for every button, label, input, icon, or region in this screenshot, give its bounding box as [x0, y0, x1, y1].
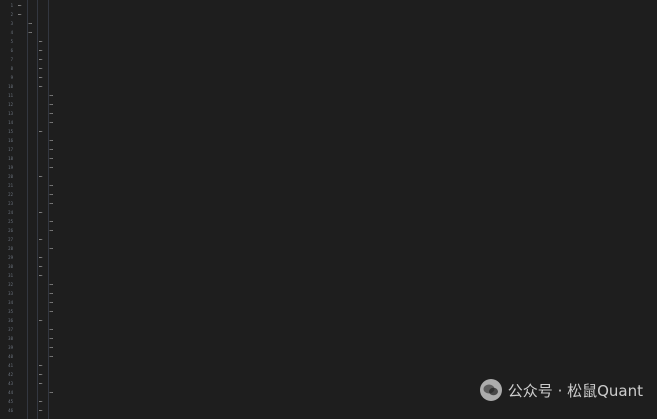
- code-line[interactable]: …: [14, 163, 657, 172]
- code-line[interactable]: …: [14, 127, 657, 136]
- code-line[interactable]: …: [14, 73, 657, 82]
- line-number: 26: [8, 228, 13, 233]
- line-number: 24: [8, 210, 13, 215]
- wechat-icon: [479, 379, 502, 401]
- line-number: 5: [10, 39, 13, 44]
- code-line[interactable]: …: [14, 406, 657, 415]
- code-line[interactable]: …: [14, 334, 657, 343]
- code-line[interactable]: …: [14, 181, 657, 190]
- watermark-text: 公众号 · 松鼠Quant: [507, 381, 643, 400]
- code-line[interactable]: …: [14, 118, 657, 127]
- code-line[interactable]: …: [14, 325, 657, 334]
- code-line[interactable]: …: [14, 10, 657, 19]
- line-number-gutter: 1 2 3 4 5 6 7 8 9 10 11 12 13 14 15 16 17 18 19 20 21 22 23 24 2…: [0, 0, 14, 419]
- code-line[interactable]: …: [14, 226, 657, 235]
- code-line[interactable]: …: [14, 199, 657, 208]
- line-number: 43: [8, 381, 13, 386]
- code-line[interactable]: …: [14, 298, 657, 307]
- line-number: 8: [10, 66, 13, 71]
- line-number: 13: [8, 111, 13, 116]
- code-line[interactable]: …: [14, 244, 657, 253]
- line-number: 39: [8, 345, 13, 350]
- code-line[interactable]: …: [14, 109, 657, 118]
- code-line[interactable]: …: [14, 82, 657, 91]
- line-number: 15: [8, 129, 13, 134]
- line-number: 41: [8, 363, 13, 368]
- code-line[interactable]: …: [14, 316, 657, 325]
- code-line[interactable]: …: [14, 37, 657, 46]
- code-line[interactable]: …: [14, 235, 657, 244]
- line-number: 45: [8, 399, 13, 404]
- code-line[interactable]: …: [14, 361, 657, 370]
- line-number: 36: [8, 318, 13, 323]
- code-line[interactable]: …: [14, 91, 657, 100]
- line-number: 30: [8, 264, 13, 269]
- code-line[interactable]: …: [14, 154, 657, 163]
- code-line[interactable]: …: [14, 307, 657, 316]
- line-number: 22: [8, 192, 13, 197]
- code-line[interactable]: …: [14, 46, 657, 55]
- code-line[interactable]: …: [14, 100, 657, 109]
- line-number: 14: [8, 120, 13, 125]
- line-number: 2: [10, 12, 13, 17]
- code-line[interactable]: …: [14, 19, 657, 28]
- code-line[interactable]: …: [14, 55, 657, 64]
- code-line[interactable]: …: [14, 145, 657, 154]
- line-number: 19: [8, 165, 13, 170]
- line-number: 46: [8, 408, 13, 413]
- watermark: 公众号 · 松鼠Quant: [479, 379, 643, 401]
- line-number: 3: [10, 21, 13, 26]
- code-editor[interactable]: 1 2 3 4 5 6 7 8 9 10 11 12 13 14 15 16 17 18 19 20 21 22 23 24 2…: [0, 0, 657, 419]
- line-number: 31: [8, 273, 13, 278]
- code-line[interactable]: …: [14, 190, 657, 199]
- code-line[interactable]: …: [14, 64, 657, 73]
- line-number: 33: [8, 291, 13, 296]
- line-number: 4: [10, 30, 13, 35]
- code-line[interactable]: …: [14, 262, 657, 271]
- code-line[interactable]: …: [14, 28, 657, 37]
- line-number: 21: [8, 183, 13, 188]
- code-line[interactable]: …: [14, 370, 657, 379]
- line-number: 17: [8, 147, 13, 152]
- line-number: 29: [8, 255, 13, 260]
- line-number: 6: [10, 48, 13, 53]
- line-number: 40: [8, 354, 13, 359]
- line-number: 20: [8, 174, 13, 179]
- line-number: 16: [8, 138, 13, 143]
- line-number: 44: [8, 390, 13, 395]
- code-line[interactable]: …: [14, 217, 657, 226]
- code-line[interactable]: …: [14, 289, 657, 298]
- line-number: 25: [8, 219, 13, 224]
- code-line[interactable]: …: [14, 352, 657, 361]
- line-number: 10: [8, 84, 13, 89]
- code-line[interactable]: …: [14, 208, 657, 217]
- line-number: 34: [8, 300, 13, 305]
- line-number: 1: [10, 3, 13, 8]
- code-line[interactable]: …: [14, 1, 657, 10]
- code-line[interactable]: …: [14, 253, 657, 262]
- line-number: 18: [8, 156, 13, 161]
- line-number: 42: [8, 372, 13, 377]
- code-line[interactable]: …: [14, 271, 657, 280]
- line-number: 11: [8, 93, 13, 98]
- line-number: 37: [8, 327, 13, 332]
- code-line[interactable]: …: [14, 343, 657, 352]
- line-number: 23: [8, 201, 13, 206]
- code-area[interactable]: ……………………………………………………………………………………………………………: [14, 0, 657, 419]
- line-number: 9: [10, 75, 13, 80]
- code-line[interactable]: …: [14, 172, 657, 181]
- line-number: 12: [8, 102, 13, 107]
- code-line[interactable]: …: [14, 280, 657, 289]
- line-number: 38: [8, 336, 13, 341]
- line-number: 27: [8, 237, 13, 242]
- line-number: 28: [8, 246, 13, 251]
- line-number: 35: [8, 309, 13, 314]
- line-number: 7: [10, 57, 13, 62]
- line-number: 32: [8, 282, 13, 287]
- code-line[interactable]: …: [14, 136, 657, 145]
